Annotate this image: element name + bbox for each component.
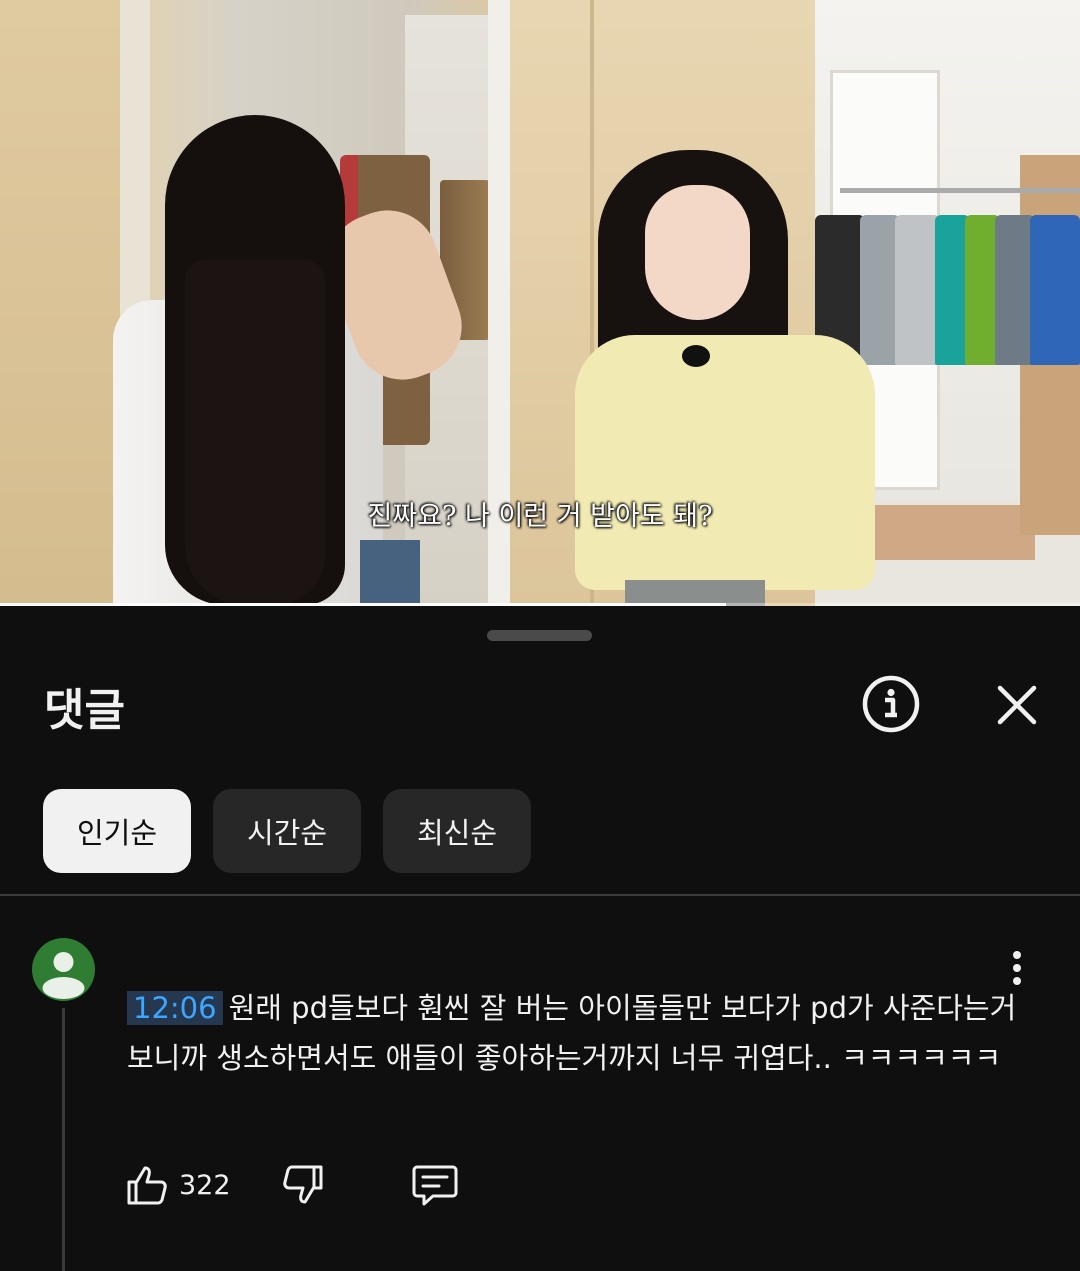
comment-actions: 322 bbox=[125, 1160, 459, 1210]
close-button[interactable] bbox=[990, 678, 1044, 732]
sort-chips: 인기순 시간순 최신순 bbox=[43, 789, 531, 873]
video-scene-person-left-hair bbox=[185, 260, 325, 605]
comment-text: 원래 pd들보다 훤씬 잘 버는 아이돌들만 보다가 pd가 사준다는거 보니까… bbox=[127, 991, 1017, 1075]
video-scene-person-right-face bbox=[645, 185, 750, 320]
default-avatar-icon bbox=[42, 952, 85, 999]
video-subtitle: 진짜요? 나 이런 거 받아도 돼? bbox=[367, 501, 713, 532]
video-scene-rack-bar bbox=[840, 188, 1080, 193]
like-count: 322 bbox=[179, 1169, 231, 1201]
thumb-down-icon bbox=[282, 1165, 323, 1204]
thread-line bbox=[62, 1008, 65, 1271]
more-options-button[interactable] bbox=[1000, 948, 1034, 988]
comment-body: 12:06 원래 pd들보다 훤씬 잘 버는 아이돌들만 보다가 pd가 사준다는… bbox=[127, 983, 1027, 1083]
video-scene-mic bbox=[682, 345, 710, 367]
video-scene-person-left-skirt bbox=[360, 540, 420, 606]
comment-timestamp-link[interactable]: 12:06 bbox=[127, 991, 223, 1025]
close-icon bbox=[997, 685, 1037, 725]
chip-newest[interactable]: 최신순 bbox=[383, 789, 531, 873]
video-progress-bar[interactable] bbox=[0, 603, 1080, 606]
dislike-button[interactable] bbox=[281, 1163, 325, 1207]
video-scene-shirt bbox=[995, 215, 1035, 365]
chip-timeline[interactable]: 시간순 bbox=[213, 789, 361, 873]
video-scene-shirt bbox=[1030, 215, 1080, 365]
video-progress-fill bbox=[0, 603, 726, 606]
video-scene-shirt bbox=[895, 215, 940, 365]
video-scene-shirt bbox=[860, 215, 900, 365]
video-scene-person-right-shirt bbox=[575, 335, 875, 590]
chip-popular[interactable]: 인기순 bbox=[43, 789, 191, 873]
drag-handle[interactable] bbox=[487, 630, 592, 641]
reply-icon bbox=[412, 1165, 458, 1206]
comments-sheet: 댓글 인기순 시간순 최신순 12:06 원래 pd들보다 훤씬 잘 버는 아이… bbox=[0, 608, 1080, 1271]
like-button[interactable]: 322 bbox=[125, 1163, 231, 1207]
video-player[interactable]: 진짜요? 나 이런 거 받아도 돼? bbox=[0, 0, 1080, 606]
thumb-up-icon bbox=[127, 1166, 167, 1205]
divider bbox=[0, 894, 1080, 896]
more-vert-icon bbox=[1013, 951, 1021, 985]
info-button[interactable] bbox=[860, 673, 922, 735]
info-icon bbox=[862, 675, 920, 733]
sheet-title: 댓글 bbox=[44, 685, 125, 736]
reply-button[interactable] bbox=[411, 1163, 459, 1207]
avatar[interactable] bbox=[32, 938, 95, 1001]
